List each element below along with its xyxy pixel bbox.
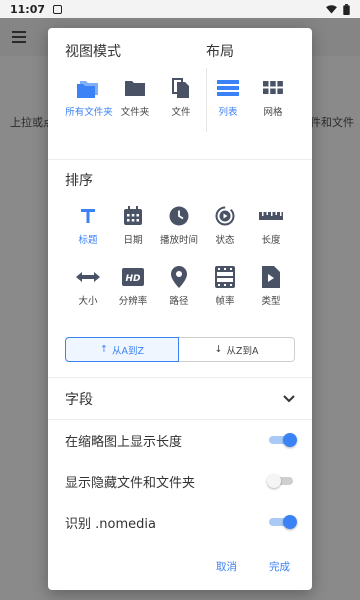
view-mode-label: 文件 <box>171 107 191 118</box>
sort-by-type[interactable]: 类型 <box>246 264 296 308</box>
sort-label: 大小 <box>78 296 98 307</box>
clock-icon <box>166 203 192 229</box>
arrow-up-icon: ↑ <box>100 344 108 355</box>
sort-by-path[interactable]: 路径 <box>154 264 204 308</box>
divider <box>48 419 312 420</box>
sort-title: 排序 <box>65 173 93 189</box>
cancel-button[interactable]: 取消 <box>216 559 237 574</box>
status-time: 11:07 <box>10 2 46 16</box>
wifi-icon <box>326 4 337 14</box>
hd-icon: HD <box>120 264 146 290</box>
status-icons <box>326 3 350 15</box>
title-icon <box>75 203 101 229</box>
svg-text:HD: HD <box>125 274 141 284</box>
sort-ascending-button[interactable]: ↑ 从A到Z <box>65 337 179 362</box>
sort-label: 标题 <box>78 235 98 246</box>
sort-by-size[interactable]: 大小 <box>63 264 113 308</box>
chevron-down-icon <box>283 395 295 403</box>
sort-label: 状态 <box>215 235 235 246</box>
view-options-dialog: 视图模式 布局 所有文件夹 文件夹 文件 列表 网格 排序 标题 日期 播放时间… <box>48 28 312 590</box>
toggle-label: 显示隐藏文件和文件夹 <box>65 475 196 491</box>
dialog-actions: 取消 完成 <box>216 559 290 574</box>
layout-label: 列表 <box>218 107 238 118</box>
sort-label: 日期 <box>123 235 143 246</box>
sort-ascending-label: 从A到Z <box>111 345 144 357</box>
toggle-row-nomedia[interactable]: 识别 .nomedia <box>65 509 297 535</box>
layout-label: 网格 <box>263 107 283 118</box>
sort-by-frame-rate[interactable]: 帧率 <box>200 264 250 308</box>
fields-label: 字段 <box>65 392 93 408</box>
toggle-row-show-length[interactable]: 在缩略图上显示长度 <box>65 427 297 453</box>
view-mode-title: 视图模式 <box>65 44 121 60</box>
divider <box>48 377 312 378</box>
sort-label: 路径 <box>169 296 189 307</box>
sort-by-length[interactable]: 长度 <box>246 203 296 247</box>
arrow-down-icon: ↓ <box>214 344 223 355</box>
size-icon <box>75 264 101 290</box>
filetype-icon <box>258 264 284 290</box>
nomedia-switch[interactable] <box>269 515 297 529</box>
toggle-label: 在缩略图上显示长度 <box>65 434 183 450</box>
location-icon <box>166 264 192 290</box>
sort-descending-label: 从Z到A <box>226 345 259 357</box>
divider <box>48 159 312 160</box>
show-length-switch[interactable] <box>269 433 297 447</box>
sort-by-play-time[interactable]: 播放时间 <box>154 203 204 247</box>
film-icon <box>212 264 238 290</box>
sort-by-resolution[interactable]: HD 分辨率 <box>108 264 158 308</box>
sort-label: 长度 <box>261 235 281 246</box>
sort-label: 播放时间 <box>159 235 198 246</box>
folder-icon <box>122 75 148 101</box>
calendar-icon <box>120 203 146 229</box>
sort-by-title[interactable]: 标题 <box>63 203 113 247</box>
layout-list[interactable]: 列表 <box>203 75 253 119</box>
layout-grid[interactable]: 网格 <box>248 75 298 119</box>
sort-label: 分辨率 <box>118 296 148 307</box>
status-icon <box>212 203 238 229</box>
sort-by-status[interactable]: 状态 <box>200 203 250 247</box>
notification-icon <box>53 4 63 14</box>
view-mode-label: 文件夹 <box>120 107 150 118</box>
layout-title: 布局 <box>206 44 234 60</box>
status-bar: 11:07 <box>0 0 360 18</box>
done-button[interactable]: 完成 <box>269 559 290 574</box>
view-mode-all-folders[interactable]: 所有文件夹 <box>64 75 114 119</box>
view-mode-files[interactable]: 文件 <box>156 75 206 119</box>
folders-icon <box>76 75 102 101</box>
menu-icon[interactable] <box>12 31 26 43</box>
sort-label: 帧率 <box>215 296 235 307</box>
grid-icon <box>260 75 286 101</box>
sort-label: 类型 <box>261 296 281 307</box>
battery-icon <box>343 3 350 15</box>
sort-by-date[interactable]: 日期 <box>108 203 158 247</box>
sort-descending-button[interactable]: ↓ 从Z到A <box>179 337 295 362</box>
view-mode-label: 所有文件夹 <box>65 107 113 118</box>
background-hint-right: 件和文件 <box>310 116 354 129</box>
toggle-row-show-hidden[interactable]: 显示隐藏文件和文件夹 <box>65 468 295 494</box>
files-icon <box>168 75 194 101</box>
show-hidden-switch[interactable] <box>267 474 295 488</box>
ruler-icon <box>258 203 284 229</box>
list-icon <box>215 75 241 101</box>
fields-expander[interactable]: 字段 <box>65 385 295 413</box>
toggle-label: 识别 .nomedia <box>65 516 156 532</box>
view-mode-folders[interactable]: 文件夹 <box>110 75 160 119</box>
